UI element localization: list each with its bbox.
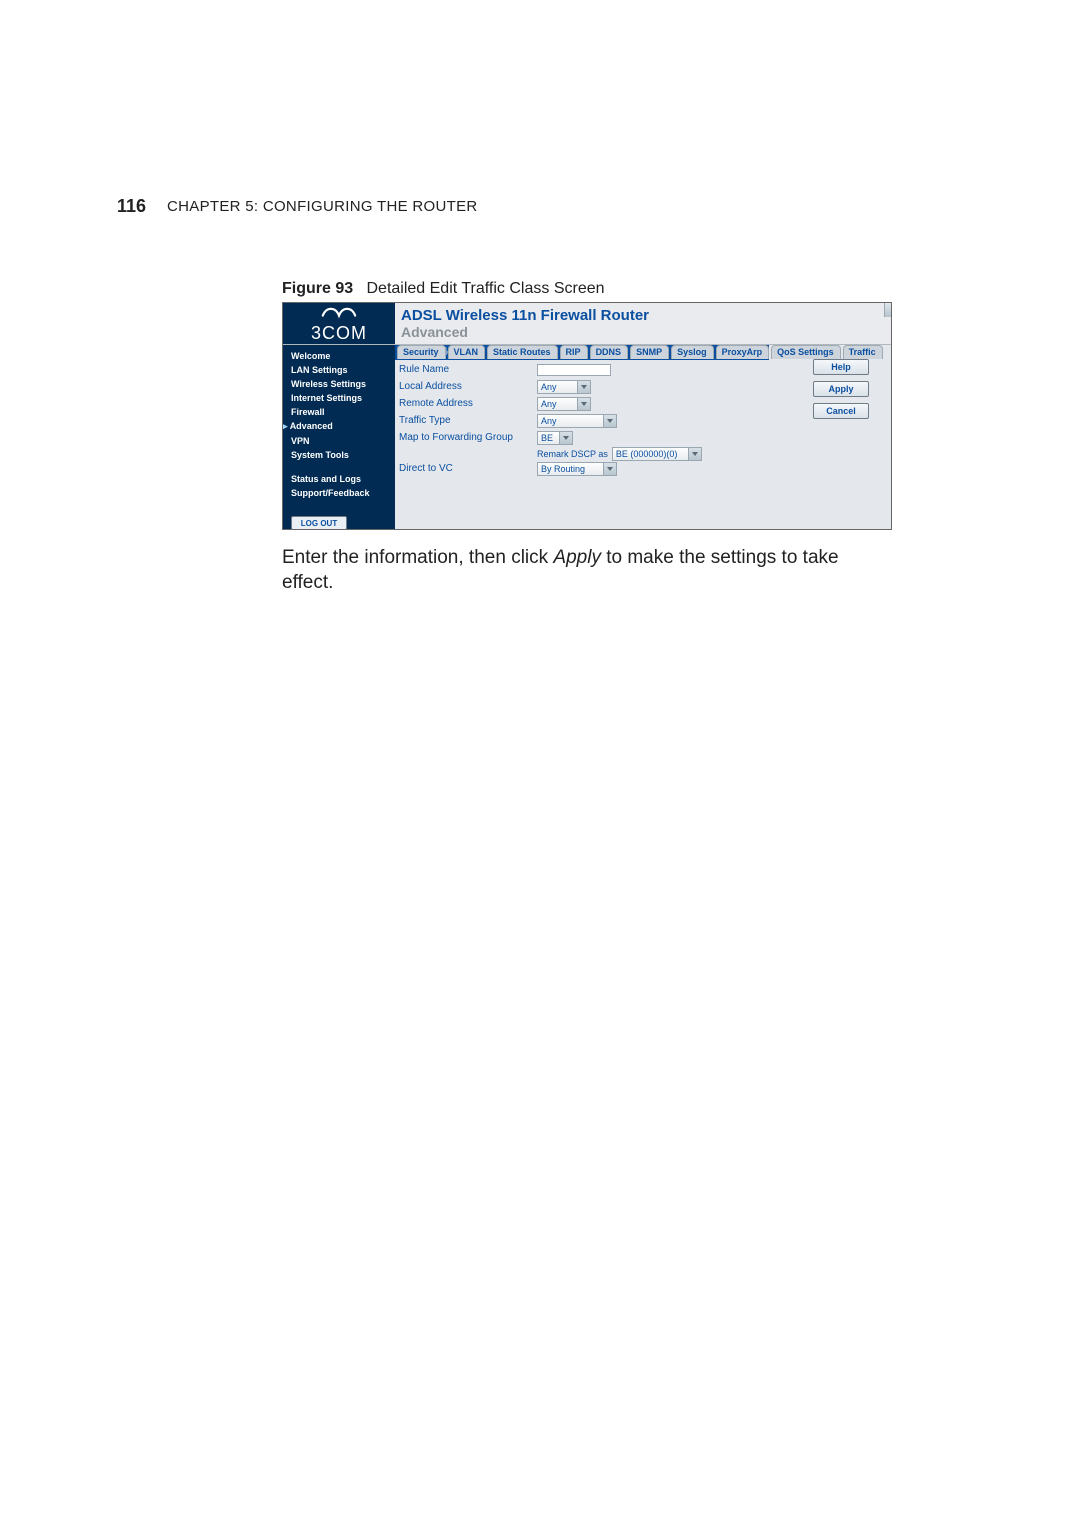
tab-rip[interactable]: RIP xyxy=(560,345,588,359)
sidebar-item-wireless-settings[interactable]: Wireless Settings xyxy=(283,377,395,391)
sidebar-item-advanced[interactable]: Advanced xyxy=(283,419,395,434)
row-remark-dscp: Remark DSCP as BE (000000)(0) xyxy=(395,447,891,461)
help-button[interactable]: Help xyxy=(813,359,869,375)
sidebar-item-support-feedback[interactable]: Support/Feedback xyxy=(283,486,395,500)
document-page: 116 CHAPTER 5: CONFIGURING THE ROUTER Fi… xyxy=(0,0,1080,1527)
scrollbar-up-icon[interactable] xyxy=(884,303,891,317)
tab-qos-settings[interactable]: QoS Settings xyxy=(771,345,841,359)
router-body: Welcome LAN Settings Wireless Settings I… xyxy=(283,345,891,530)
action-column: Help Apply Cancel xyxy=(813,359,869,419)
brand-logo: 3COM xyxy=(283,303,395,344)
chevron-down-icon xyxy=(607,419,613,423)
sidebar-item-vpn[interactable]: VPN xyxy=(283,434,395,448)
chevron-down-icon xyxy=(563,436,569,440)
sidebar-item-internet-settings[interactable]: Internet Settings xyxy=(283,391,395,405)
select-direct-vc[interactable]: By Routing xyxy=(537,462,617,476)
sidebar-item-lan-settings[interactable]: LAN Settings xyxy=(283,363,395,377)
sidebar: Welcome LAN Settings Wireless Settings I… xyxy=(283,345,395,530)
section-title: Advanced xyxy=(401,324,885,340)
brand-swirl-icon xyxy=(321,303,357,321)
sidebar-item-system-tools[interactable]: System Tools xyxy=(283,448,395,462)
content-panel: Edit Traffic Class Rule Name Local Addre… xyxy=(395,345,891,530)
tab-static-routes[interactable]: Static Routes xyxy=(487,345,558,359)
header-title-area: ADSL Wireless 11n Firewall Router Advanc… xyxy=(395,303,891,344)
chevron-down-icon xyxy=(692,452,698,456)
select-map-group[interactable]: BE xyxy=(537,431,573,445)
product-title: ADSL Wireless 11n Firewall Router xyxy=(401,307,885,324)
select-remark-dscp[interactable]: BE (000000)(0) xyxy=(612,447,702,461)
sidebar-item-firewall[interactable]: Firewall xyxy=(283,405,395,419)
label-rule-name: Rule Name xyxy=(395,364,537,375)
apply-emphasis: Apply xyxy=(553,547,601,568)
logout-button[interactable]: LOG OUT xyxy=(291,516,347,530)
row-map-group: Map to Forwarding Group BE xyxy=(395,430,891,445)
label-traffic-type: Traffic Type xyxy=(395,415,537,426)
figure-label: Figure 93 xyxy=(282,280,353,297)
brand-text: 3COM xyxy=(311,323,367,344)
chevron-down-icon xyxy=(581,385,587,389)
router-screenshot: 3COM ADSL Wireless 11n Firewall Router A… xyxy=(282,302,892,530)
router-frame: 3COM ADSL Wireless 11n Firewall Router A… xyxy=(282,302,892,530)
cancel-button[interactable]: Cancel xyxy=(813,403,869,419)
label-map-group: Map to Forwarding Group xyxy=(395,432,537,443)
tab-security[interactable]: Security xyxy=(397,345,446,359)
row-direct-vc: Direct to VC By Routing xyxy=(395,461,891,476)
chapter-header-text: CHAPTER 5: CONFIGURING THE ROUTER xyxy=(167,198,478,215)
chevron-down-icon xyxy=(607,467,613,471)
chevron-down-icon xyxy=(581,402,587,406)
apply-button[interactable]: Apply xyxy=(813,381,869,397)
sidebar-item-welcome[interactable]: Welcome xyxy=(283,349,395,363)
body-paragraph: Enter the information, then click Apply … xyxy=(282,545,882,595)
chapter-header: CHAPTER 5: CONFIGURING THE ROUTER xyxy=(167,198,478,215)
input-rule-name[interactable] xyxy=(537,364,611,376)
label-remote-address: Remote Address xyxy=(395,398,537,409)
select-local-address[interactable]: Any xyxy=(537,380,591,394)
tab-syslog[interactable]: Syslog xyxy=(671,345,714,359)
label-remark-dscp: Remark DSCP as xyxy=(533,449,608,459)
tab-ddns[interactable]: DDNS xyxy=(590,345,629,359)
label-local-address: Local Address xyxy=(395,381,537,392)
select-traffic-type[interactable]: Any xyxy=(537,414,617,428)
select-remote-address[interactable]: Any xyxy=(537,397,591,411)
tab-traffic[interactable]: Traffic xyxy=(843,345,883,359)
page-number: 116 xyxy=(117,196,146,217)
label-direct-vc: Direct to VC xyxy=(395,463,537,474)
tab-vlan[interactable]: VLAN xyxy=(448,345,486,359)
tab-strip: Security VLAN Static Routes RIP DDNS SNM… xyxy=(397,345,885,359)
figure-caption: Figure 93 Detailed Edit Traffic Class Sc… xyxy=(282,280,605,298)
tab-proxyarp[interactable]: ProxyArp xyxy=(716,345,770,359)
router-header: 3COM ADSL Wireless 11n Firewall Router A… xyxy=(283,303,891,345)
figure-title: Detailed Edit Traffic Class Screen xyxy=(366,280,604,297)
sidebar-item-status-and-logs[interactable]: Status and Logs xyxy=(283,472,395,486)
tab-snmp[interactable]: SNMP xyxy=(630,345,669,359)
